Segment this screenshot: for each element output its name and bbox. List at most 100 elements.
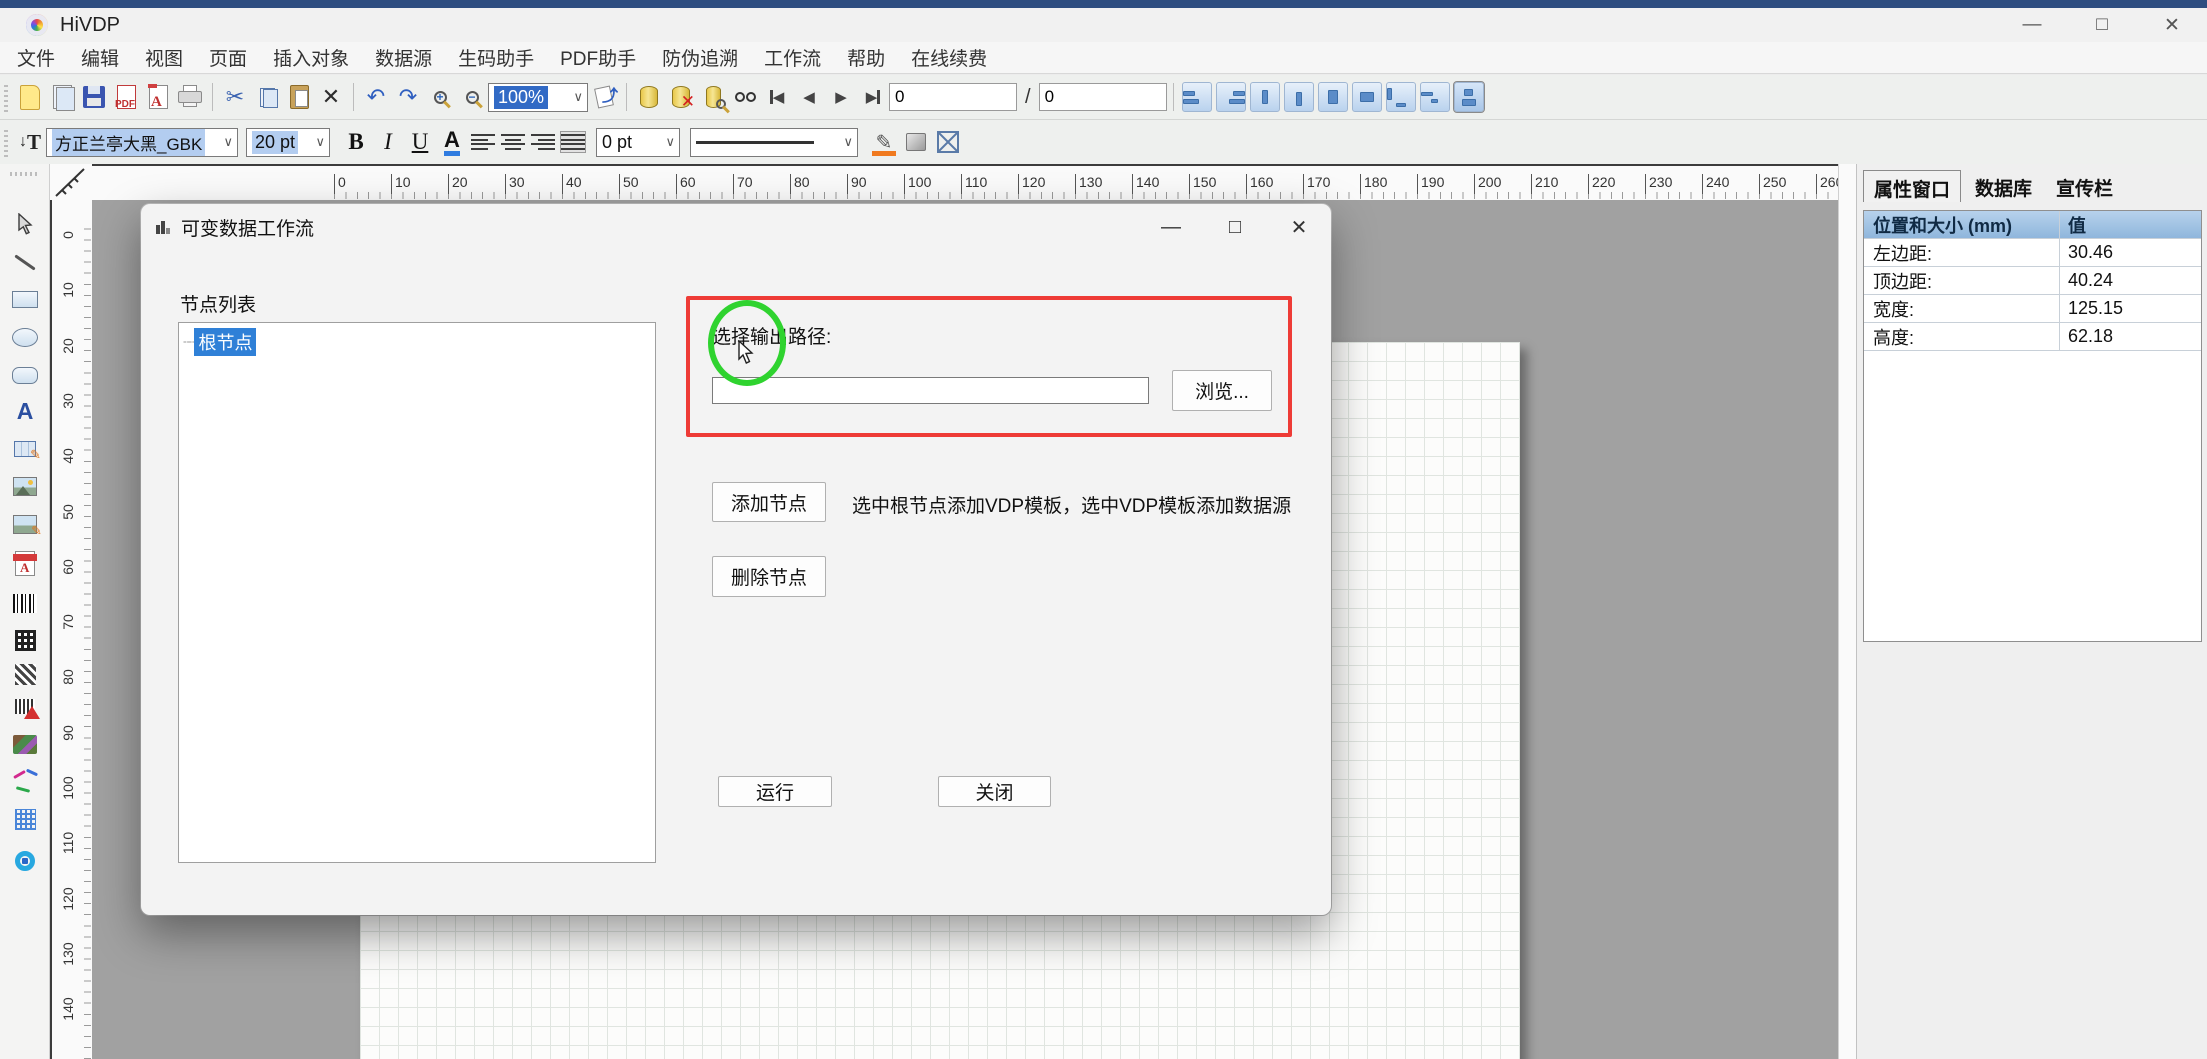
menu-item[interactable]: 防伪追溯 [649, 44, 751, 71]
zoom-in-icon[interactable]: + [424, 81, 456, 113]
outline-width-combo[interactable]: 0 pt∨ [596, 128, 680, 157]
right-panel-tab[interactable]: 属性窗口 [1863, 170, 1961, 202]
text-tool-icon[interactable]: A [8, 395, 42, 427]
italic-icon[interactable]: I [372, 126, 404, 158]
vertical-scrollbar[interactable] [1838, 164, 1856, 1059]
font-family-combo[interactable]: 方正兰亭大黑_GBK∨ [46, 128, 238, 157]
font-size-combo[interactable]: 20 pt∨ [246, 128, 330, 157]
dialog-minimize-icon[interactable]: — [1139, 206, 1203, 248]
table-edit-tool-icon[interactable]: ✎ [8, 433, 42, 465]
no-fill-icon[interactable] [932, 126, 964, 158]
security-code-tool-icon[interactable] [8, 690, 42, 722]
previous-record-icon[interactable]: ◀ [793, 81, 825, 113]
align-text-left-icon[interactable] [471, 132, 495, 152]
fill-color-icon[interactable] [900, 126, 932, 158]
redo-icon[interactable]: ↷ [392, 81, 424, 113]
add-node-button[interactable]: 添加节点 [712, 482, 826, 522]
texture-image-tool-icon[interactable] [8, 728, 42, 760]
justify-text-icon[interactable] [561, 132, 585, 152]
toolbar-grip[interactable] [4, 127, 8, 157]
open-file-icon[interactable] [46, 81, 78, 113]
new-document-icon[interactable] [14, 81, 46, 113]
center-horizontal-icon[interactable] [1318, 82, 1348, 112]
undo-icon[interactable]: ↶ [360, 81, 392, 113]
align-right-icon[interactable] [1216, 82, 1246, 112]
save-icon[interactable] [78, 81, 110, 113]
pdf-tool-icon[interactable]: A [8, 547, 42, 579]
grid-tool-icon[interactable] [8, 803, 42, 835]
menu-item[interactable]: 编辑 [68, 44, 132, 71]
cut-icon[interactable]: ✂ [219, 81, 251, 113]
right-panel-tab[interactable]: 数据库 [1965, 170, 2042, 202]
menu-item[interactable]: 在线续费 [898, 44, 1000, 71]
close-icon[interactable]: ✕ [2137, 8, 2207, 42]
copy-icon[interactable] [251, 81, 283, 113]
image-edit-tool-icon[interactable]: ✎ [8, 508, 42, 540]
tree-item[interactable]: ╌╌根节点 [183, 328, 651, 356]
right-panel-tab[interactable]: 宣传栏 [2046, 170, 2123, 202]
menu-item[interactable]: 工作流 [751, 44, 834, 71]
line-tool-icon[interactable] [8, 246, 42, 278]
menu-item[interactable]: 数据源 [362, 44, 445, 71]
qrcode-tool-icon[interactable] [8, 624, 42, 656]
align-bottom-icon[interactable] [1284, 82, 1314, 112]
paste-icon[interactable] [283, 81, 315, 113]
ellipse-tool-icon[interactable] [8, 321, 42, 353]
node-tree[interactable]: ╌╌根节点 [178, 322, 656, 863]
underline-icon[interactable]: U [404, 126, 436, 158]
line-style-combo[interactable]: ∨ [690, 128, 858, 157]
distribute-horizontal-icon[interactable] [1386, 82, 1416, 112]
qrcode-edit-tool-icon[interactable] [8, 658, 42, 690]
browse-button[interactable]: 浏览... [1172, 370, 1272, 411]
minimize-icon[interactable]: — [1997, 8, 2067, 42]
run-button[interactable]: 运行 [718, 776, 832, 807]
palette-grip[interactable] [10, 172, 40, 176]
vertical-ruler[interactable]: 0102030405060708090100110120130140 [50, 200, 92, 1059]
database-search-icon[interactable] [697, 81, 729, 113]
maximize-icon[interactable]: □ [2067, 8, 2137, 42]
toolbar-grip[interactable] [4, 82, 8, 112]
menu-item[interactable]: 文件 [4, 44, 68, 71]
record-current-input[interactable] [889, 83, 1017, 111]
text-direction-icon[interactable]: ↓T [14, 126, 46, 158]
menu-item[interactable]: PDF助手 [547, 44, 649, 71]
menu-item[interactable]: 帮助 [834, 44, 898, 71]
record-total-input[interactable] [1039, 83, 1167, 111]
target-mark-tool-icon[interactable] [8, 845, 42, 877]
font-color-icon[interactable]: A [436, 126, 468, 158]
distribute-vertical-icon[interactable] [1420, 82, 1450, 112]
center-in-page-icon[interactable] [1454, 82, 1484, 112]
zoom-level-combo[interactable]: 100%∨ [488, 83, 588, 112]
menu-item[interactable]: 页面 [196, 44, 260, 71]
delete-icon[interactable]: ✕ [315, 81, 347, 113]
first-record-icon[interactable]: ◀ [761, 81, 793, 113]
align-text-right-icon[interactable] [531, 132, 555, 152]
select-tool-icon[interactable] [8, 208, 42, 240]
dialog-close-icon[interactable]: ✕ [1267, 206, 1331, 248]
print-icon[interactable] [174, 81, 206, 113]
rotate-page-icon[interactable]: ⤴ [588, 81, 620, 113]
last-record-icon[interactable]: ▶ [857, 81, 889, 113]
align-text-center-icon[interactable] [501, 132, 525, 152]
database-icon[interactable] [633, 81, 665, 113]
line-color-icon[interactable]: ✎ [868, 126, 900, 158]
close-button[interactable]: 关闭 [938, 776, 1051, 807]
dialog-titlebar[interactable]: 可变数据工作流 — □ ✕ [141, 204, 1331, 250]
bold-icon[interactable]: B [340, 126, 372, 158]
output-path-input[interactable] [712, 377, 1149, 404]
rounded-rectangle-tool-icon[interactable] [8, 359, 42, 391]
barcode-tool-icon[interactable] [8, 587, 42, 619]
zoom-out-icon[interactable]: − [456, 81, 488, 113]
horizontal-ruler[interactable]: 0102030405060708090100110120130140150160… [92, 164, 1838, 200]
menu-item[interactable]: 插入对象 [260, 44, 362, 71]
menu-item[interactable]: 视图 [132, 44, 196, 71]
pdf-export-icon[interactable]: A [142, 81, 174, 113]
scratch-lines-tool-icon[interactable] [8, 765, 42, 797]
menu-item[interactable]: 生码助手 [445, 44, 547, 71]
image-tool-icon[interactable] [8, 470, 42, 502]
align-top-icon[interactable] [1250, 82, 1280, 112]
dialog-maximize-icon[interactable]: □ [1203, 206, 1267, 248]
rectangle-tool-icon[interactable] [8, 283, 42, 315]
pdf-import-icon[interactable]: PDF [110, 81, 142, 113]
database-delete-icon[interactable]: ✕ [665, 81, 697, 113]
